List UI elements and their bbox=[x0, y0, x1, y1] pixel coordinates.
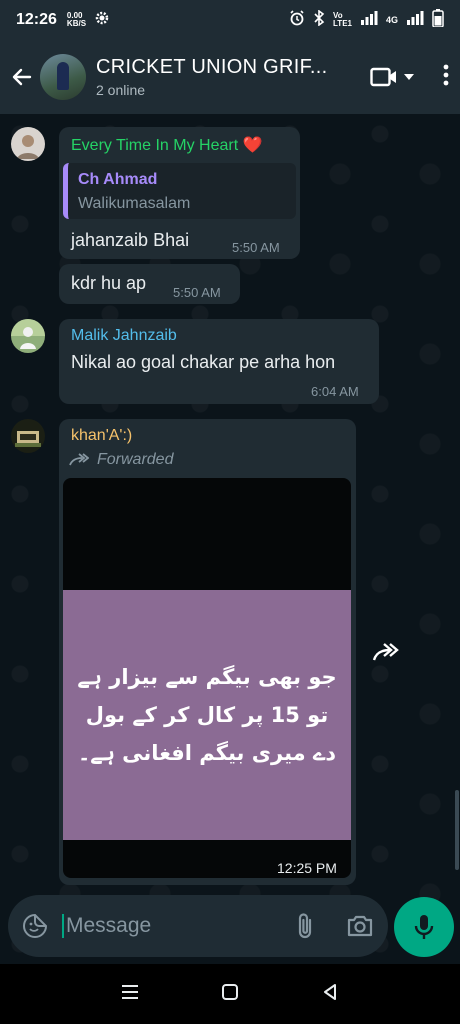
online-count: 2 online bbox=[96, 82, 146, 98]
home-square-icon bbox=[222, 983, 238, 1000]
attach-button[interactable] bbox=[294, 912, 316, 940]
alarm-icon bbox=[289, 9, 305, 31]
image-content: جو بھی بیگم سے بیزار ہے تو 15 پر کال کر … bbox=[63, 590, 351, 840]
network-type: 4G bbox=[385, 15, 398, 25]
chat-title-area[interactable]: CRICKET UNION GRIF... 2 online bbox=[96, 56, 370, 98]
image-attachment[interactable]: جو بھی بیگم سے بیزار ہے تو 15 پر کال کر … bbox=[63, 478, 351, 878]
status-bar: 12:26 0.00 KB/S Vo LTE1 4G bbox=[0, 0, 460, 40]
forward-icon bbox=[69, 453, 89, 466]
message-time: 5:50 AM bbox=[173, 285, 221, 300]
system-back-button[interactable] bbox=[321, 983, 339, 1006]
bluetooth-icon bbox=[313, 8, 325, 31]
chat-title: CRICKET UNION GRIF... bbox=[96, 56, 328, 78]
avatar[interactable] bbox=[11, 127, 45, 161]
message-bubble[interactable]: kdr hu ap 5:50 AM bbox=[59, 264, 240, 304]
network-speed: 0.00 KB/S bbox=[66, 11, 87, 28]
battery-icon bbox=[432, 8, 444, 32]
quoted-message[interactable]: Ch Ahmad Walikumasalam bbox=[63, 163, 296, 219]
scrollbar[interactable] bbox=[455, 790, 459, 870]
message-bubble[interactable]: Malik Jahnzaib Nikal ao goal chakar pe a… bbox=[59, 319, 379, 404]
settings-status-icon bbox=[94, 10, 110, 31]
sender-name: khan'A':) bbox=[71, 427, 133, 444]
message-composer bbox=[8, 895, 388, 957]
video-call-button[interactable] bbox=[370, 66, 420, 88]
signal-icon bbox=[360, 10, 378, 30]
microphone-icon bbox=[414, 915, 434, 939]
more-options-button[interactable] bbox=[442, 64, 450, 91]
voice-message-button[interactable] bbox=[394, 897, 454, 957]
chevron-down-icon bbox=[404, 74, 414, 80]
more-vertical-icon bbox=[443, 64, 449, 85]
home-button[interactable] bbox=[221, 983, 239, 1006]
video-camera-icon bbox=[370, 67, 396, 87]
message-text: jahanzaib Bhai bbox=[71, 230, 190, 250]
message-text: kdr hu ap bbox=[71, 273, 147, 293]
camera-icon bbox=[347, 915, 373, 937]
signal-icon-2 bbox=[406, 10, 424, 30]
message-input[interactable] bbox=[62, 914, 272, 938]
quoted-sender: Ch Ahmad bbox=[78, 171, 158, 188]
sticker-button[interactable] bbox=[22, 913, 48, 939]
menu-icon bbox=[122, 984, 138, 999]
message-text: Nikal ao goal chakar pe arha hon bbox=[71, 352, 336, 372]
arrow-left-icon bbox=[12, 68, 32, 86]
avatar[interactable] bbox=[11, 319, 45, 353]
triangle-back-icon bbox=[324, 983, 336, 1000]
volte-indicator: Vo LTE1 bbox=[333, 11, 352, 28]
message-time: 12:25 PM bbox=[277, 860, 337, 876]
quoted-text: Walikumasalam bbox=[78, 195, 191, 212]
image-text: جو بھی بیگم سے بیزار ہے تو 15 پر کال کر … bbox=[77, 665, 337, 765]
recents-button[interactable] bbox=[121, 984, 139, 1005]
camera-button[interactable] bbox=[346, 914, 374, 938]
paperclip-icon bbox=[298, 913, 312, 939]
sticker-icon bbox=[23, 913, 48, 938]
forward-icon bbox=[372, 643, 399, 661]
chat-header: CRICKET UNION GRIF... 2 online bbox=[0, 40, 460, 114]
message-time: 5:50 AM bbox=[232, 240, 280, 255]
message-time: 6:04 AM bbox=[311, 384, 359, 399]
status-time: 12:26 bbox=[16, 11, 57, 28]
message-bubble[interactable]: Every Time In My Heart ❤️ Ch Ahmad Walik… bbox=[59, 127, 300, 259]
avatar[interactable] bbox=[11, 419, 45, 453]
back-button[interactable] bbox=[4, 65, 40, 89]
group-avatar[interactable] bbox=[40, 54, 86, 100]
sender-name: Every Time In My Heart ❤️ bbox=[71, 137, 263, 154]
sender-name: Malik Jahnzaib bbox=[71, 327, 177, 344]
forwarded-label: Forwarded bbox=[69, 451, 173, 469]
forward-button[interactable] bbox=[370, 636, 402, 668]
system-nav-bar bbox=[0, 964, 460, 1024]
